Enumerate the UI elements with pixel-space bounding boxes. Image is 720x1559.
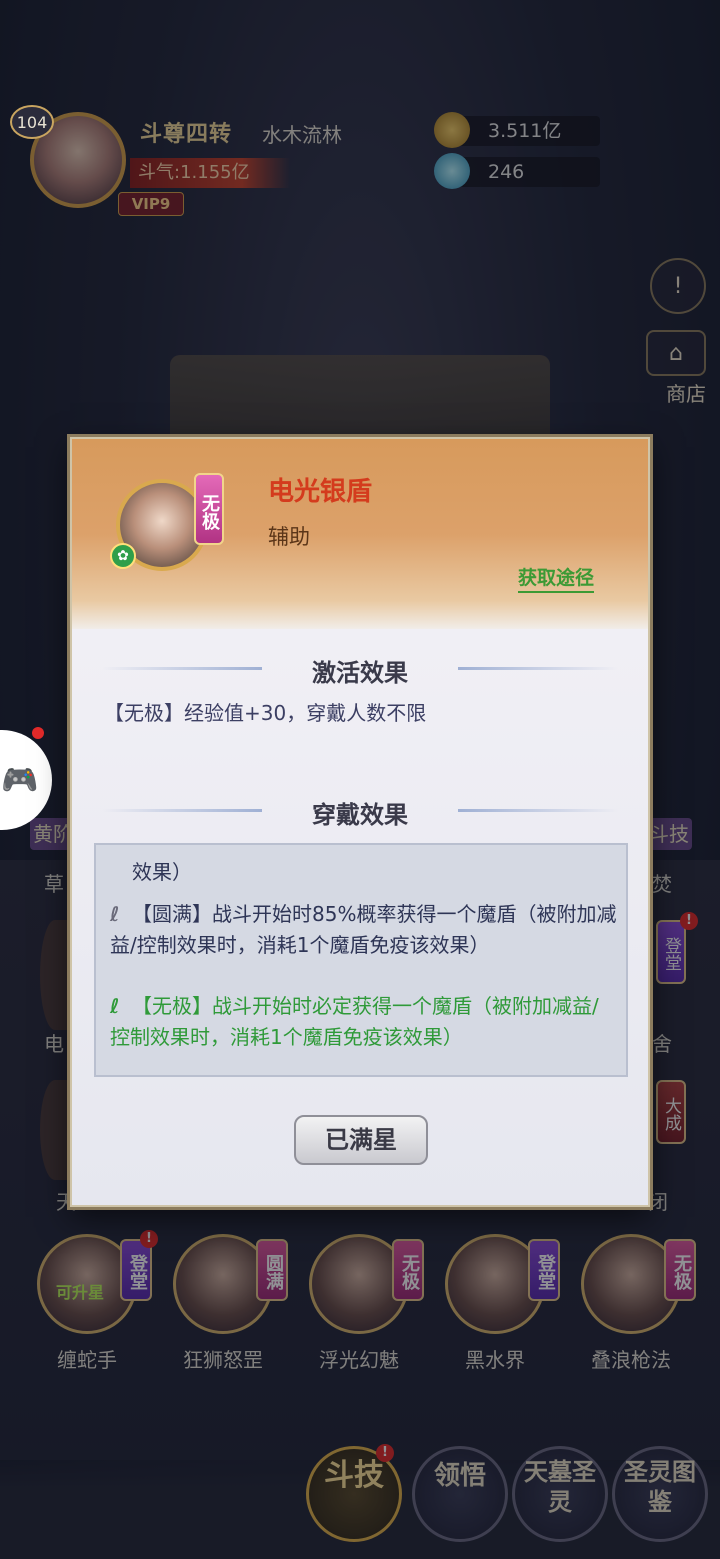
effect-text: 【无极】战斗开始时必定获得一个魔盾（被附加减益/控制效果时，消耗1个魔盾免疫该效… (110, 994, 599, 1049)
effect-text: 【圆满】战斗开始时85%概率获得一个魔盾（被附加减益/控制效果时，消耗1个魔盾免… (110, 902, 617, 957)
notification-dot (32, 727, 44, 739)
effect-text: 效果） (132, 860, 192, 884)
skill-tier-tag: 无极 (194, 473, 224, 545)
skill-type: 辅助 (268, 525, 310, 549)
effect-item: 效果） (110, 857, 618, 888)
gamepad-icon: 🎮 (1, 762, 39, 798)
player-level-badge: 104 (10, 105, 54, 139)
activation-text: 【无极】经验值+30，穿戴人数不限 (104, 701, 427, 725)
wear-effects-list[interactable]: 效果） ℓ 【圆满】战斗开始时85%概率获得一个魔盾（被附加减益/控制效果时，消耗… (94, 843, 628, 1077)
effect-item-active: ℓ 【无极】战斗开始时必定获得一个魔盾（被附加减益/控制效果时，消耗1个魔盾免疫该… (110, 991, 618, 1053)
effect-bullet-icon: ℓ (110, 994, 120, 1018)
effect-bullet-icon: ℓ (110, 902, 120, 926)
skill-title: 电光银盾 (268, 477, 373, 507)
lotus-icon: ✿ (110, 543, 136, 569)
effect-item: ℓ 【圆满】战斗开始时85%概率获得一个魔盾（被附加减益/控制效果时，消耗1个魔盾… (110, 899, 618, 961)
skill-detail-modal: 无极 ✿ 电光银盾 辅助 获取途径 激活效果 【无极】经验值+30，穿戴人数不限… (70, 437, 650, 1207)
activation-title: 激活效果 (312, 659, 408, 687)
max-star-button[interactable]: 已满星 (294, 1115, 428, 1165)
wear-title: 穿戴效果 (312, 801, 408, 829)
source-link[interactable]: 获取途径 (518, 563, 595, 593)
